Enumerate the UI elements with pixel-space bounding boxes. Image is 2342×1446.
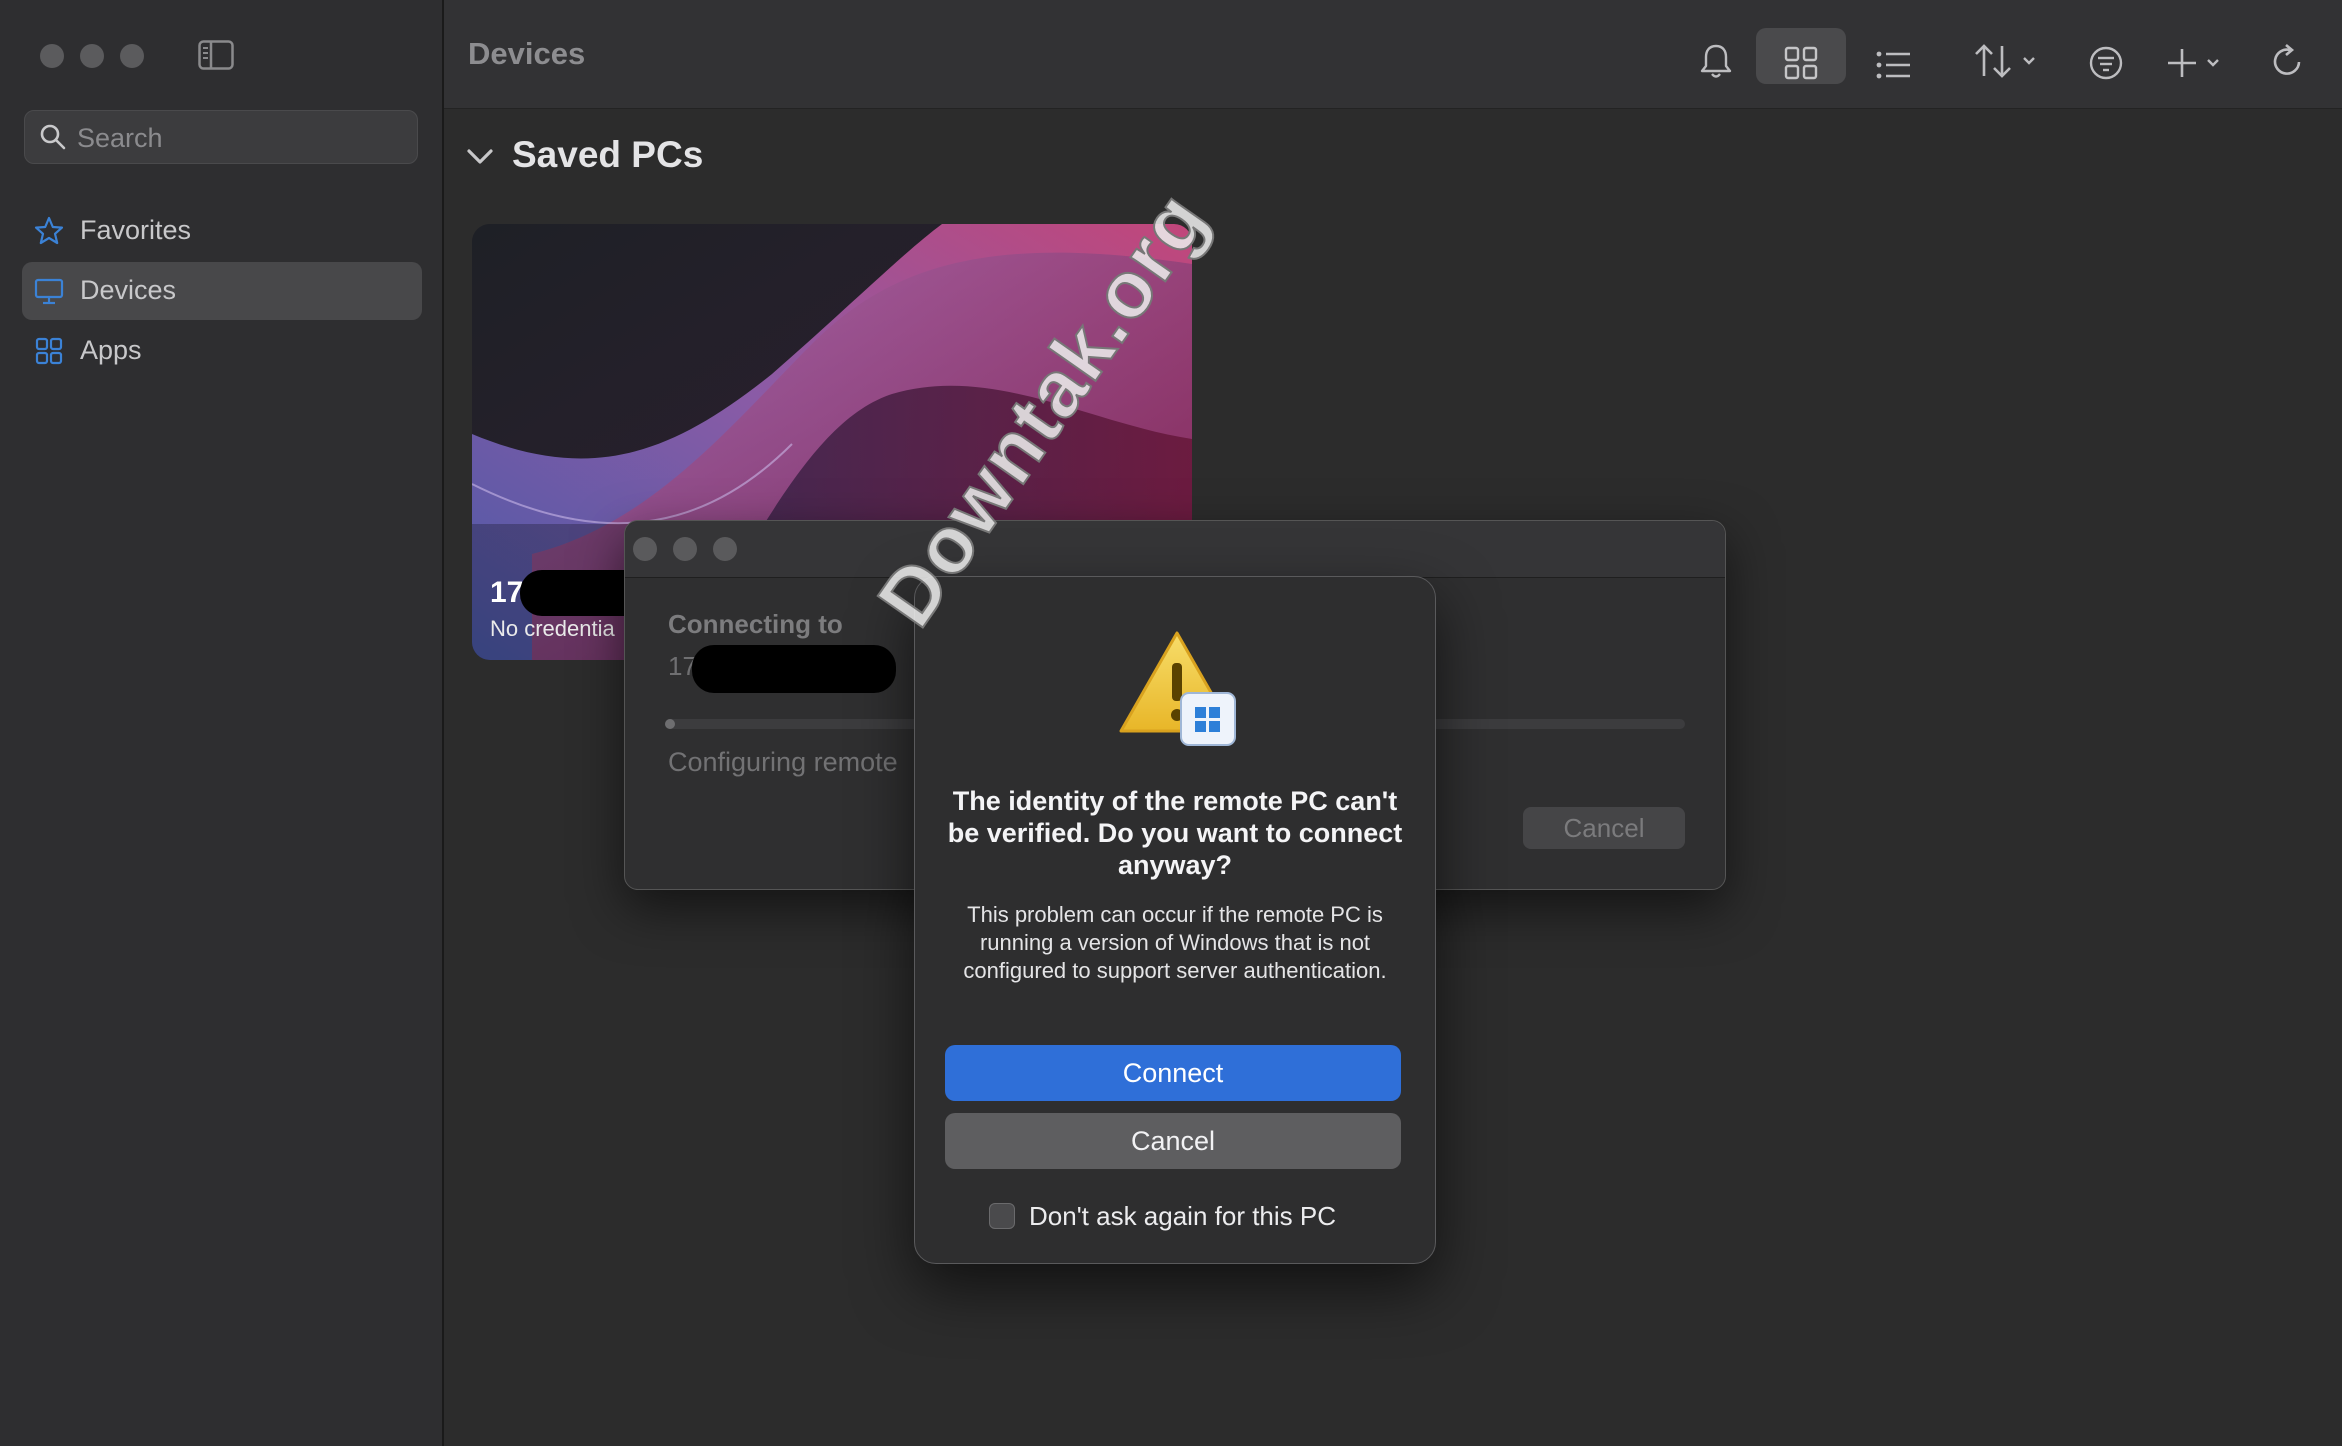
sidebar-item-label: Devices xyxy=(80,275,177,305)
filter-icon[interactable] xyxy=(2088,38,2124,88)
bell-icon[interactable] xyxy=(1698,36,1734,86)
page-title: Devices xyxy=(468,36,586,71)
toolbar: Devices xyxy=(444,0,2342,109)
search-input[interactable]: Search xyxy=(24,110,418,164)
list-view-icon[interactable] xyxy=(1876,40,1912,90)
sidebar: Search Favorites Devices Apps xyxy=(0,0,444,1446)
zoom-window-button[interactable] xyxy=(713,537,737,561)
add-icon[interactable] xyxy=(2166,38,2226,88)
connect-button[interactable]: Connect xyxy=(945,1045,1401,1101)
sidebar-item-label: Apps xyxy=(80,335,142,365)
section-title: Saved PCs xyxy=(512,134,704,175)
connecting-cancel-button[interactable]: Cancel xyxy=(1523,807,1685,849)
pc-name: 17 xyxy=(490,576,524,609)
search-placeholder: Search xyxy=(77,123,163,153)
warning-icon xyxy=(1119,631,1236,746)
dialog-title: The identity of the remote PC can't be v… xyxy=(947,786,1403,880)
search-icon xyxy=(40,124,66,150)
sort-icon[interactable] xyxy=(1972,36,2042,86)
minimize-window-button[interactable] xyxy=(673,537,697,561)
app-window: Search Favorites Devices Apps Devices Sa… xyxy=(0,0,2342,1446)
dont-ask-again-checkbox[interactable] xyxy=(989,1203,1015,1229)
close-window-button[interactable] xyxy=(633,537,657,561)
dialog-message: This problem can occur if the remote PC … xyxy=(963,902,1387,983)
sidebar-item-devices[interactable]: Devices xyxy=(22,262,422,320)
dont-ask-again-label[interactable]: Don't ask again for this PC xyxy=(1029,1201,1336,1232)
minimize-window-button[interactable] xyxy=(80,44,104,68)
apps-grid-icon xyxy=(35,337,63,365)
sidebar-item-apps[interactable]: Apps xyxy=(22,322,422,380)
progress-fill xyxy=(665,719,676,729)
star-icon xyxy=(34,216,64,245)
cancel-button[interactable]: Cancel xyxy=(945,1113,1401,1169)
connecting-titlebar xyxy=(625,521,1725,578)
monitor-icon xyxy=(34,278,64,305)
close-window-button[interactable] xyxy=(40,44,64,68)
redaction-mark xyxy=(692,645,896,693)
zoom-window-button[interactable] xyxy=(120,44,144,68)
sidebar-item-label: Favorites xyxy=(80,215,192,245)
connection-status: Configuring remote xyxy=(668,747,898,777)
identity-warning-dialog: The identity of the remote PC can't be v… xyxy=(914,576,1436,1264)
connecting-label: Connecting to xyxy=(668,609,843,639)
grid-view-icon xyxy=(1784,46,1818,80)
sidebar-toggle-icon[interactable] xyxy=(198,40,234,70)
refresh-icon[interactable] xyxy=(2270,36,2306,86)
pc-credentials-status: No credentia xyxy=(490,616,615,641)
sidebar-item-favorites[interactable]: Favorites xyxy=(22,202,422,260)
chevron-down-icon[interactable] xyxy=(466,148,494,166)
